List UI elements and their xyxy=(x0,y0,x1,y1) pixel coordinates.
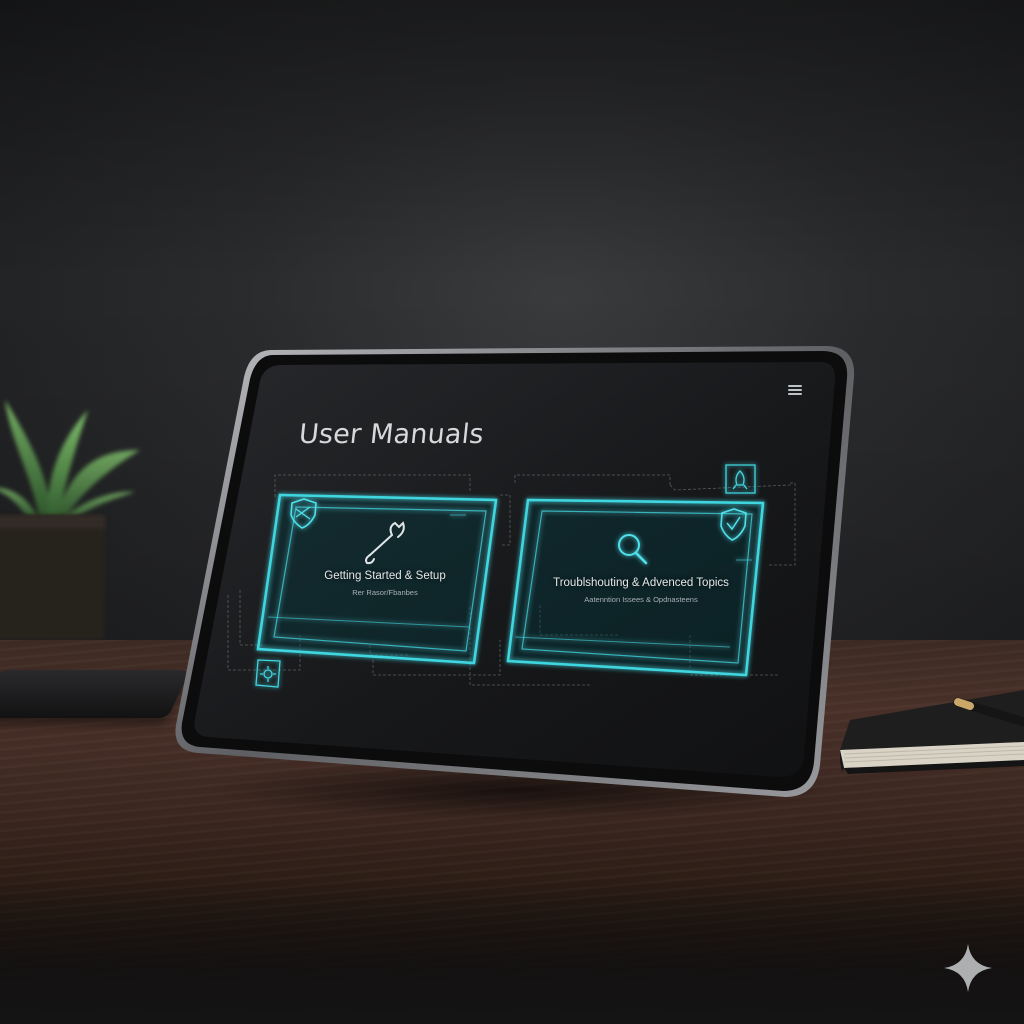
page-title: User Manuals xyxy=(297,419,486,450)
floating-rocket-box xyxy=(725,464,756,494)
hamburger-menu-icon-line xyxy=(788,393,802,395)
photo-scene: User Manuals Getting Started & Setup Rer… xyxy=(0,0,1024,1024)
hamburger-menu-icon-line xyxy=(788,389,802,391)
card-title: Troublshouting & Advenced Topics xyxy=(553,577,729,589)
card-getting-started[interactable]: Getting Started & Setup Rer Rasor/Fbanbe… xyxy=(290,500,480,650)
notebook-with-pen xyxy=(840,690,1024,774)
card-subtitle: Rer Rasor/Fbanbes xyxy=(352,588,418,597)
hamburger-menu-icon xyxy=(788,385,802,387)
menu-button[interactable] xyxy=(786,383,804,399)
desk-foreground-blur xyxy=(0,880,1024,1024)
card-subtitle: Aatenntion Issees & Opdnasteens xyxy=(584,595,698,604)
card-title: Getting Started & Setup xyxy=(324,570,446,582)
tablet-device: User Manuals Getting Started & Setup Rer… xyxy=(170,345,860,800)
sparkle-icon xyxy=(944,944,992,992)
floating-gear-box xyxy=(255,659,281,688)
screen-ui-graphics xyxy=(227,464,796,688)
plant-decoration xyxy=(0,400,140,640)
card-troubleshooting[interactable]: Troublshouting & Advenced Topics Aatennt… xyxy=(538,505,744,655)
phone-on-desk xyxy=(0,670,190,718)
